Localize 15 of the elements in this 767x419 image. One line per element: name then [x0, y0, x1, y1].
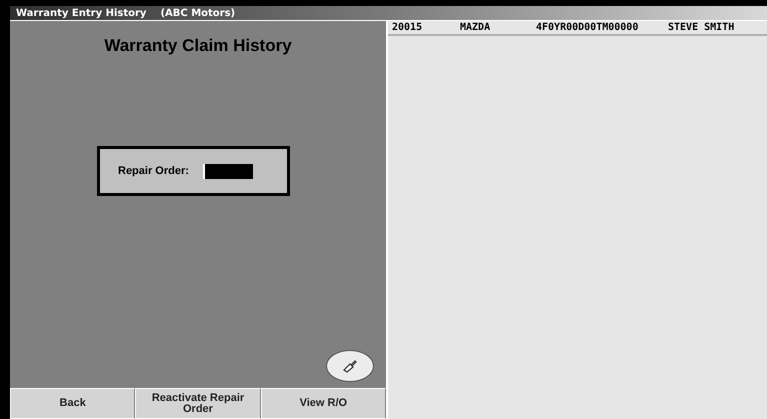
- company-name: (ABC Motors): [160, 8, 236, 18]
- table-cell-text: 20015: [392, 22, 424, 33]
- panel-heading: Warranty Claim History: [103, 36, 293, 56]
- action-button[interactable]: Back: [10, 388, 136, 419]
- brush-icon: [342, 359, 358, 373]
- window-title: Warranty Entry History: [16, 8, 146, 18]
- repair-order-label: Repair Order:: [118, 165, 189, 177]
- table-cell-text: 4F0YR00D00TM00000: [536, 22, 640, 33]
- table-cell: STEVE SMITH: [668, 22, 734, 33]
- history-row[interactable]: 20015 MAZDA 4F0YR00D00TM00000 STEVE SMITH: [388, 21, 767, 36]
- table-cell-text: MAZDA: [460, 22, 492, 33]
- repair-order-field[interactable]: [202, 164, 253, 178]
- action-button[interactable]: View R/O: [260, 388, 386, 419]
- clear-button[interactable]: [326, 350, 374, 382]
- action-button[interactable]: Reactivate Repair Order: [135, 388, 261, 419]
